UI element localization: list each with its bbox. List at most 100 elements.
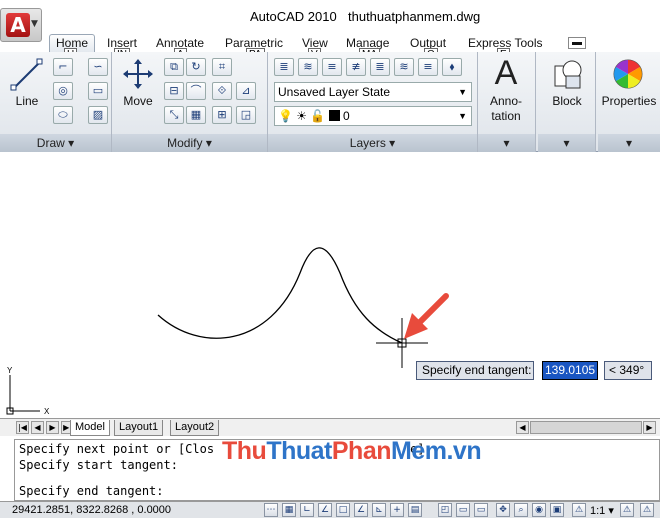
application-menu-button[interactable]: A ▼: [0, 8, 42, 42]
polyline-icon[interactable]: ⌐: [53, 58, 73, 76]
watermark-logo: ThuThuatPhanMem.vn: [222, 437, 482, 466]
ortho-icon[interactable]: ∟: [300, 503, 314, 517]
watermark-part-1: Thu: [222, 437, 267, 465]
scroll-left-icon[interactable]: ◀: [516, 421, 529, 434]
modify-panel-title[interactable]: Modify ▾: [112, 134, 267, 152]
polar-icon[interactable]: ∠: [318, 503, 332, 517]
layout-icon[interactable]: ▭: [456, 503, 470, 517]
offset-icon[interactable]: ⊞: [212, 106, 232, 124]
layers-panel: ≣ ≋ ≡ ≢ ≣ ≋ ≡ ⬧ Unsaved Layer State ▼ 💡 ☀…: [268, 52, 478, 152]
layers-panel-title[interactable]: Layers ▾: [268, 134, 477, 152]
title-bar: A ▼ AutoCAD 2010 thuthuatphanmem.dwg: [0, 0, 660, 42]
grid-icon[interactable]: ▦: [282, 503, 296, 517]
scale-label: 1:1: [590, 505, 606, 517]
dyn-icon[interactable]: +: [390, 503, 404, 517]
stretch-icon[interactable]: ⊿: [236, 82, 256, 100]
chevron-down-icon: ▾: [503, 136, 510, 150]
layer-dropdown[interactable]: 💡 ☀ 🔓 0 ▼: [274, 106, 472, 126]
edit-icon[interactable]: ◲: [236, 106, 256, 124]
move-button-label[interactable]: Move: [118, 94, 158, 108]
layer-isolate-icon[interactable]: ≣: [370, 58, 390, 76]
circle-icon[interactable]: ◎: [53, 82, 73, 100]
command-prompt-line[interactable]: Specify end tangent:: [19, 484, 164, 498]
chevron-down-icon: ▾: [389, 136, 396, 150]
ucs-x-label: X: [44, 407, 50, 415]
layer-change-icon[interactable]: ≋: [394, 58, 414, 76]
dynamic-input-value[interactable]: 139.0105: [542, 361, 598, 380]
tab-layout2[interactable]: Layout2: [170, 420, 220, 436]
block-panel[interactable]: Block ▾: [538, 52, 596, 152]
showmotion-icon[interactable]: ▣: [550, 503, 564, 517]
ellipse-icon[interactable]: ⬭: [53, 106, 73, 124]
scale-icon[interactable]: ⤡: [164, 106, 184, 124]
ducs-icon[interactable]: ⊾: [372, 503, 386, 517]
pan-icon[interactable]: ✥: [496, 503, 510, 517]
block-label: Block: [552, 94, 582, 108]
watermark-part-3: Phan: [331, 437, 392, 465]
annotation-label-line1: Anno-: [489, 94, 523, 108]
properties-panel[interactable]: Properties ▾: [598, 52, 660, 152]
draw-panel-label: Draw: [36, 136, 65, 150]
ucs-axes-icon: Y X: [6, 366, 50, 415]
copy-icon[interactable]: ⧉: [164, 58, 184, 76]
draw-panel-title[interactable]: Draw ▾: [0, 134, 111, 152]
block-panel-footer[interactable]: ▾: [538, 134, 595, 152]
spline-curve: [157, 247, 403, 344]
spline-icon[interactable]: ∽: [88, 58, 108, 76]
properties-label: Properties: [601, 94, 657, 108]
layer-merge-icon[interactable]: ⬧: [442, 58, 462, 76]
command-history-line-1-start: Specify next point or [Clos: [19, 442, 215, 456]
first-layout-icon[interactable]: |◀: [16, 421, 29, 434]
layer-off-icon[interactable]: ≡: [418, 58, 438, 76]
layer-match-icon[interactable]: ≢: [346, 58, 366, 76]
tab-model[interactable]: Model: [70, 420, 110, 436]
chevron-down-icon: ▾: [205, 136, 212, 150]
array-icon[interactable]: ▦: [186, 106, 206, 124]
fillet-icon[interactable]: ⌒: [186, 82, 206, 100]
chevron-down-icon: ▾: [563, 136, 570, 150]
auto-scale-icon[interactable]: ⚠: [640, 503, 654, 517]
model-space-icon[interactable]: ◰: [438, 503, 452, 517]
lineweight-icon[interactable]: ▤: [408, 503, 422, 517]
tab-layout1[interactable]: Layout1: [114, 420, 164, 436]
annotation-panel[interactable]: A Anno- tation ▾: [478, 52, 536, 152]
next-layout-icon[interactable]: ▶: [46, 421, 59, 434]
line-button-label[interactable]: Line: [10, 94, 44, 108]
layer-properties-icon[interactable]: ≣: [274, 58, 294, 76]
annotation-icon: A: [494, 54, 518, 92]
chevron-down-icon: ▼: [458, 87, 467, 97]
explode-icon[interactable]: ⟐: [212, 82, 232, 100]
snap-icon[interactable]: ⋯: [264, 503, 278, 517]
otrack-icon[interactable]: ∠: [354, 503, 368, 517]
properties-panel-footer[interactable]: ▾: [598, 134, 660, 152]
zoom-icon[interactable]: ⌕: [514, 503, 528, 517]
rectangle-icon[interactable]: ▭: [88, 82, 108, 100]
dynamic-input-angle[interactable]: < 349°: [604, 361, 652, 380]
mirror-icon[interactable]: ⊟: [164, 82, 184, 100]
osnap-icon[interactable]: □: [336, 503, 350, 517]
layer-state-dropdown[interactable]: Unsaved Layer State ▼: [274, 82, 472, 102]
horizontal-scrollbar[interactable]: [530, 421, 642, 434]
watermark-part-2: Thuat: [266, 437, 332, 465]
watermark-part-4: Mem: [391, 437, 447, 465]
watermark-part-5: .vn: [446, 437, 482, 465]
prev-layout-icon[interactable]: ◀: [31, 421, 44, 434]
annotation-visibility-icon[interactable]: ⚠: [620, 503, 634, 517]
autocad-window: A ▼ AutoCAD 2010 thuthuatphanmem.dwg Hom…: [0, 0, 660, 518]
layer-freeze-icon[interactable]: ≋: [298, 58, 318, 76]
annotation-scale-value[interactable]: 1:1 ▾: [590, 504, 614, 517]
annotation-scale-icon[interactable]: ⚠: [572, 503, 586, 517]
layer-lock-icon[interactable]: ≡: [322, 58, 342, 76]
annotation-panel-footer[interactable]: ▾: [478, 134, 535, 152]
scroll-right-icon[interactable]: ▶: [643, 421, 656, 434]
steering-wheel-icon[interactable]: ◉: [532, 503, 546, 517]
line-icon[interactable]: [10, 58, 44, 92]
move-icon[interactable]: [122, 58, 154, 90]
quick-view-icon[interactable]: ▭: [474, 503, 488, 517]
trim-icon[interactable]: ⌗: [212, 58, 232, 76]
layer-color-swatch: [328, 110, 340, 121]
ribbon-minimize-icon[interactable]: ▬: [568, 37, 586, 49]
hatch-icon[interactable]: ▨: [88, 106, 108, 124]
rotate-icon[interactable]: ↻: [186, 58, 206, 76]
dynamic-input-prompt: Specify end tangent:: [416, 361, 534, 380]
